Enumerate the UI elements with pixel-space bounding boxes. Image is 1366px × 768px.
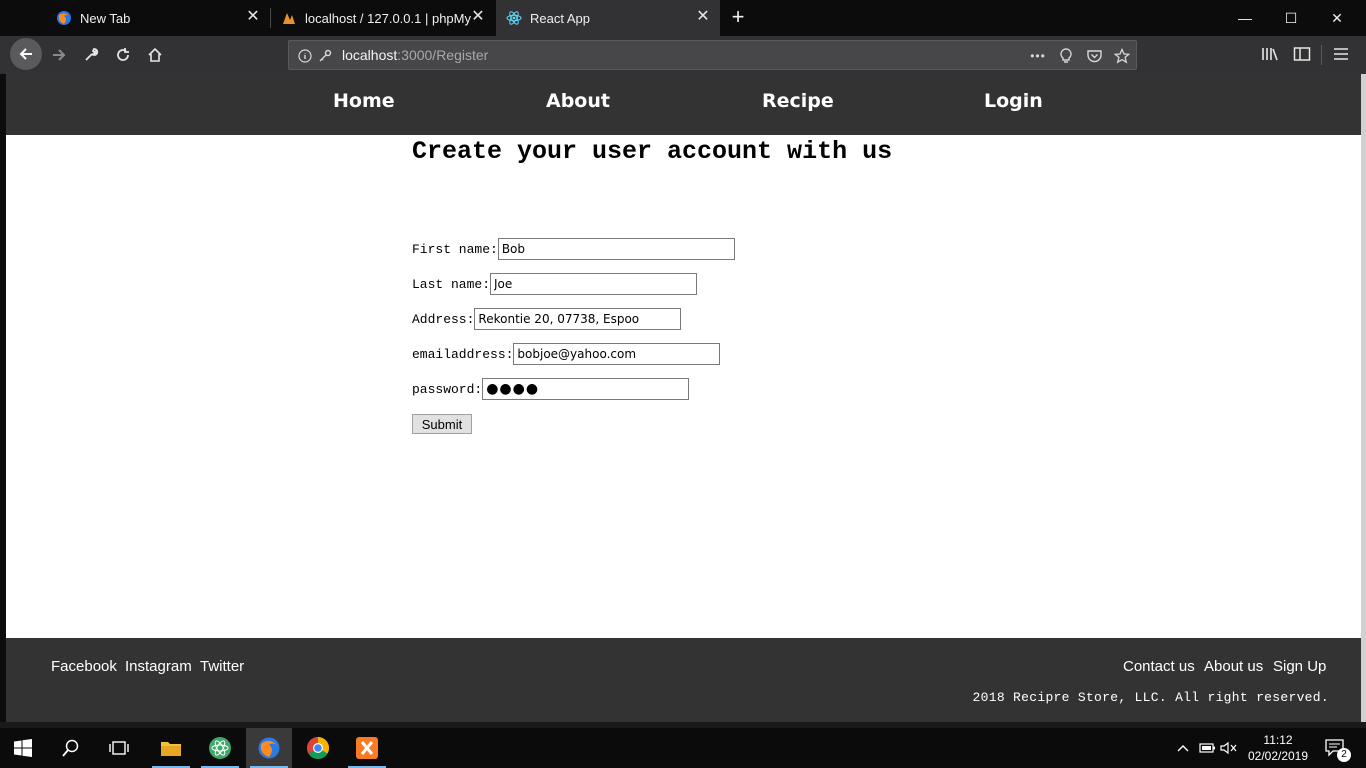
task-view-icon: [109, 741, 129, 755]
wrench-icon[interactable]: [76, 40, 106, 70]
close-window-button[interactable]: ✕: [1314, 0, 1360, 36]
last-name-row: Last name:: [412, 273, 698, 295]
password-input[interactable]: [482, 378, 690, 400]
atom-icon: [209, 737, 231, 759]
close-tab-icon[interactable]: ✕: [696, 9, 710, 25]
site-navbar: Home About Recipe Login: [6, 74, 1361, 135]
taskbar-firefox[interactable]: [246, 728, 292, 768]
search-icon: [62, 739, 79, 757]
submit-button[interactable]: Submit: [412, 414, 472, 434]
arrow-left-icon: [19, 48, 32, 60]
password-label: password:: [412, 381, 483, 397]
windows-taskbar: 11:12 02/02/2019 2: [0, 728, 1366, 768]
nav-link-recipe[interactable]: Recipe: [762, 90, 834, 112]
library-icon[interactable]: [1258, 42, 1282, 66]
tab-title: New Tab: [80, 10, 131, 26]
show-hidden-icons-icon[interactable]: [1173, 738, 1193, 758]
first-name-label: First name:: [412, 241, 498, 257]
phpmyadmin-icon: [281, 10, 297, 26]
url-host: localhost: [342, 47, 398, 63]
footer-link-facebook[interactable]: Facebook: [51, 658, 117, 675]
last-name-label: Last name:: [412, 276, 491, 292]
address-row: Address:: [412, 308, 682, 330]
address-label: Address:: [412, 311, 475, 327]
email-input[interactable]: [513, 343, 721, 365]
tab-title: localhost / 127.0.0.1 | phpMyAc: [305, 10, 471, 26]
reload-button[interactable]: [108, 40, 138, 70]
xampp-icon: [356, 737, 378, 759]
page-actions-menu-icon[interactable]: •••: [1028, 48, 1048, 64]
minimize-button[interactable]: —: [1222, 0, 1268, 36]
clock-date: 02/02/2019: [1247, 749, 1309, 763]
nav-link-login[interactable]: Login: [984, 90, 1043, 112]
maximize-button[interactable]: ☐: [1268, 0, 1314, 36]
first-name-input[interactable]: [497, 238, 735, 260]
arrow-right-icon: [53, 49, 66, 61]
notification-count-badge: 2: [1337, 748, 1351, 762]
firefox-icon: [56, 10, 72, 26]
start-button[interactable]: [0, 728, 46, 768]
close-tab-icon[interactable]: ✕: [246, 9, 260, 25]
battery-icon[interactable]: [1197, 738, 1217, 758]
copyright-text: 2018 Recipre Store, LLC. All right reser…: [972, 690, 1329, 705]
home-icon: [148, 47, 162, 62]
taskbar-xampp[interactable]: [344, 728, 390, 768]
url-path: :3000/Register: [397, 47, 489, 63]
first-name-row: First name:: [412, 238, 735, 260]
email-row: emailaddress:: [412, 343, 721, 365]
back-button[interactable]: [10, 38, 42, 70]
footer-link-instagram[interactable]: Instagram: [125, 658, 192, 675]
firefox-icon: [258, 737, 280, 759]
folder-icon: [161, 742, 181, 756]
tab-phpmyadmin[interactable]: localhost / 127.0.0.1 | phpMyAc ✕: [271, 0, 495, 36]
footer-link-twitter[interactable]: Twitter: [200, 658, 244, 675]
nav-link-about[interactable]: About: [546, 90, 610, 112]
chrome-icon: [307, 737, 329, 759]
last-name-input[interactable]: [490, 273, 698, 295]
email-label: emailaddress:: [412, 346, 514, 362]
bookmark-star-icon[interactable]: [1114, 48, 1130, 64]
tab-new-tab[interactable]: New Tab ✕: [46, 0, 270, 36]
footer-link-sign-up[interactable]: Sign Up: [1273, 658, 1326, 675]
home-button[interactable]: [140, 40, 170, 70]
tab-strip: New Tab ✕ localhost / 127.0.0.1 | phpMyA…: [0, 0, 1366, 36]
tab-react-app[interactable]: React App ✕: [496, 0, 720, 36]
reload-icon: [117, 48, 129, 61]
system-clock[interactable]: 11:12 02/02/2019: [1247, 732, 1309, 764]
react-icon: [506, 10, 522, 26]
page-viewport: Home About Recipe Login Create your user…: [6, 74, 1361, 722]
sidebar-icon[interactable]: [1290, 42, 1314, 66]
taskbar-chrome[interactable]: [295, 728, 341, 768]
info-icon[interactable]: [297, 48, 313, 64]
site-footer: Facebook Instagram Twitter Contact us Ab…: [6, 638, 1361, 722]
address-input[interactable]: [474, 308, 682, 330]
clock-time: 11:12: [1263, 733, 1293, 747]
taskbar-file-explorer[interactable]: [148, 728, 194, 768]
hamburger-menu-icon[interactable]: [1329, 42, 1353, 66]
search-button[interactable]: [48, 728, 94, 768]
taskbar-atom[interactable]: [197, 728, 243, 768]
url-text[interactable]: localhost:3000/Register: [342, 47, 488, 63]
volume-muted-icon[interactable]: [1219, 738, 1239, 758]
lightbulb-icon[interactable]: [1058, 48, 1074, 64]
key-icon[interactable]: [317, 48, 333, 64]
tab-title: React App: [530, 10, 590, 26]
address-bar[interactable]: localhost:3000/Register •••: [288, 40, 1137, 70]
footer-link-contact-us[interactable]: Contact us: [1123, 658, 1195, 675]
nav-link-home[interactable]: Home: [333, 90, 395, 112]
windows-logo-icon: [14, 739, 32, 757]
action-center-button[interactable]: 2: [1323, 738, 1351, 762]
forward-button[interactable]: [44, 40, 74, 70]
new-tab-button[interactable]: +: [727, 6, 749, 28]
page-title: Create your user account with us: [412, 137, 893, 166]
task-view-button[interactable]: [96, 728, 142, 768]
footer-link-about-us[interactable]: About us: [1204, 658, 1263, 675]
browser-toolbar: localhost:3000/Register •••: [0, 36, 1366, 74]
background-window-edge: [1361, 74, 1366, 722]
pocket-icon[interactable]: [1086, 48, 1102, 64]
close-tab-icon[interactable]: ✕: [471, 9, 485, 25]
password-row: password:: [412, 378, 690, 400]
toolbar-separator: [1321, 45, 1322, 65]
